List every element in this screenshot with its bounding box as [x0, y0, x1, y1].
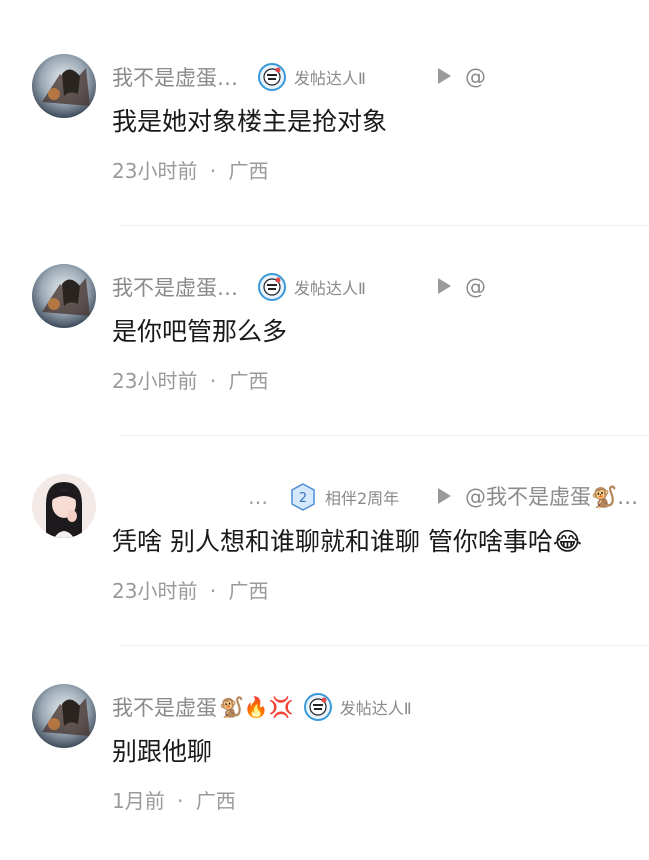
comment-location: 广西: [228, 159, 269, 183]
comment-time: 23小时前: [112, 369, 198, 393]
user-avatar[interactable]: [32, 684, 96, 748]
user-badge[interactable]: 发帖达人Ⅱ: [258, 63, 366, 91]
comment-item[interactable]: 我不是虚蛋… 发帖达人Ⅱ @ 是你吧管那么多 23小时前 · 广西: [0, 210, 649, 436]
reply-target[interactable]: @: [465, 62, 486, 92]
user-avatar[interactable]: [32, 474, 96, 538]
anniversary-badge-icon: 2: [291, 483, 315, 511]
comment-location: 广西: [195, 789, 236, 813]
reply-arrow-icon: [438, 278, 451, 294]
badge-number: 2: [299, 491, 307, 506]
username-emojis: 🐒🔥💢: [219, 695, 294, 719]
badge-label: 发帖达人Ⅱ: [294, 279, 366, 298]
meta-separator: ·: [209, 369, 217, 393]
comment-text: 别跟他聊: [112, 737, 213, 766]
badge-label: 相伴2周年: [325, 489, 400, 508]
badge-label: 发帖达人Ⅱ: [294, 69, 366, 88]
poster-badge-icon: [258, 63, 286, 91]
comment-item[interactable]: 我不是虚蛋 🐒🔥💢 发帖达人Ⅱ 别跟他聊 1月前 · 广西: [0, 630, 649, 840]
comment-location: 广西: [228, 369, 269, 393]
meta-separator: ·: [177, 789, 184, 813]
username[interactable]: …: [248, 485, 269, 509]
comment-item[interactable]: 我不是虚蛋… 发帖达人Ⅱ @ 我是她对象楼主是抢对象 23小时前 · 广西: [0, 0, 649, 226]
comment-item[interactable]: … 2 相伴2周年 @我不是虚蛋🐒… 凭啥 别人想和谁聊就和谁聊 管你啥事哈😂 …: [0, 420, 649, 646]
username[interactable]: 我不是虚蛋…: [112, 272, 238, 302]
user-avatar[interactable]: [32, 54, 96, 118]
user-badge[interactable]: 发帖达人Ⅱ: [303, 693, 412, 721]
comment-time: 23小时前: [112, 159, 198, 183]
reply-arrow-icon: [438, 68, 451, 84]
user-row: 我不是虚蛋… 发帖达人Ⅱ: [112, 62, 366, 92]
username[interactable]: 我不是虚蛋…: [112, 62, 238, 92]
user-row: 我不是虚蛋… 发帖达人Ⅱ: [112, 272, 366, 302]
comment-location: 广西: [228, 579, 269, 603]
comment-meta: 23小时前 · 广西: [112, 576, 269, 606]
username[interactable]: 我不是虚蛋: [112, 692, 217, 722]
user-row: … 2 相伴2周年: [248, 482, 399, 512]
comment-time: 23小时前: [112, 579, 198, 603]
comment-meta: 1月前 · 广西: [112, 786, 236, 816]
user-badge[interactable]: 2 相伴2周年: [289, 483, 399, 511]
reply-target[interactable]: @: [465, 272, 486, 302]
comment-time: 1月前: [112, 789, 165, 813]
poster-badge-icon: [303, 693, 332, 721]
comment-meta: 23小时前 · 广西: [112, 366, 269, 396]
meta-separator: ·: [209, 579, 217, 603]
comment-meta: 23小时前 · 广西: [112, 156, 269, 186]
comment-text: 是你吧管那么多: [112, 317, 288, 346]
comment-text: 我是她对象楼主是抢对象: [112, 107, 388, 136]
reply-arrow-icon: [438, 488, 451, 504]
user-badge[interactable]: 发帖达人Ⅱ: [258, 273, 366, 301]
poster-badge-icon: [258, 273, 286, 301]
badge-label: 发帖达人Ⅱ: [339, 699, 412, 718]
meta-separator: ·: [209, 159, 217, 183]
user-avatar[interactable]: [32, 264, 96, 328]
user-row: 我不是虚蛋 🐒🔥💢 发帖达人Ⅱ: [112, 692, 412, 722]
reply-target[interactable]: @我不是虚蛋🐒…: [465, 482, 638, 512]
comment-text: 凭啥 别人想和谁聊就和谁聊 管你啥事哈😂: [112, 527, 583, 556]
